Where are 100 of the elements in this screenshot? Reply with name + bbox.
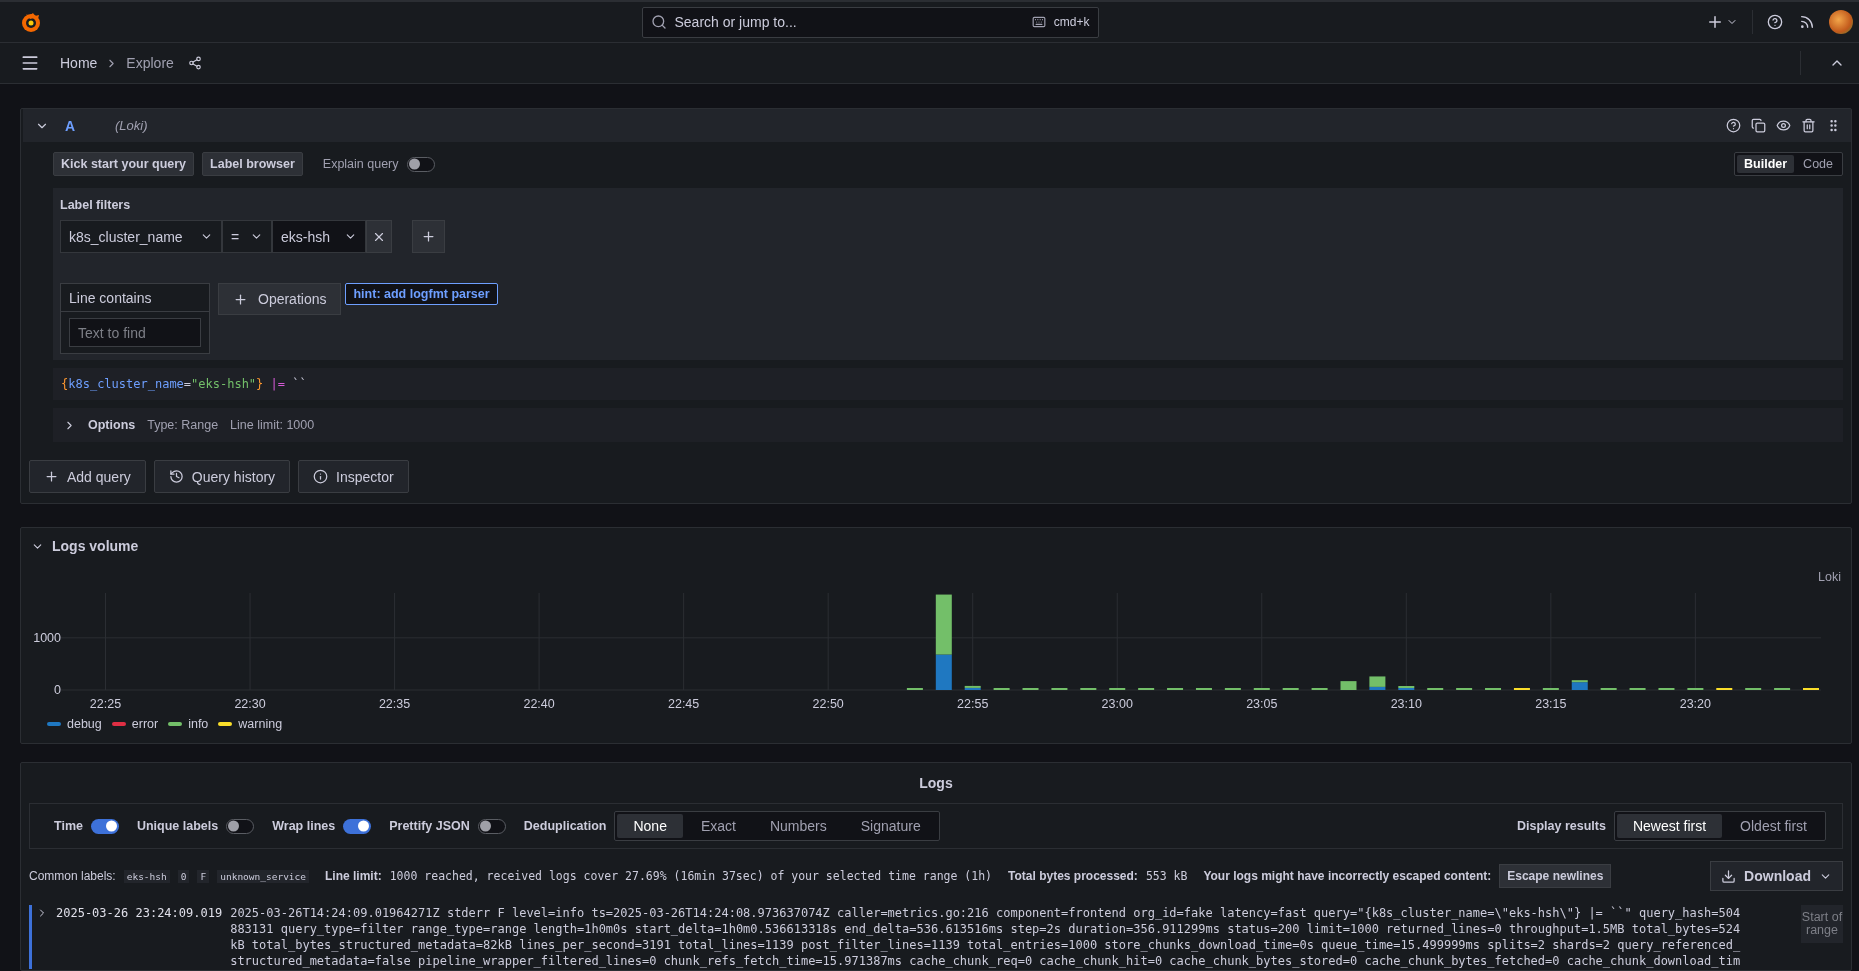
options-label[interactable]: Options [88,418,136,432]
download-button[interactable]: Download [1710,861,1843,891]
operator-select[interactable]: = [222,220,272,253]
info-label: Your logs might have incorrectly escaped content: [1203,869,1492,883]
hint-button[interactable]: hint: add logfmt parser [345,283,498,305]
legend-item[interactable]: debug [47,717,102,731]
operation-title: Line contains [61,284,209,312]
rss-icon [1799,14,1815,30]
x-tick-label: 23:10 [1390,697,1422,711]
trash-icon[interactable] [1801,118,1816,133]
label-chip: eks-hsh [123,869,170,883]
escape-newlines-button[interactable]: Escape newlines [1499,864,1612,888]
search-placeholder: Search or jump to... [674,14,798,30]
option-summary: Type: Range [147,418,219,432]
user-avatar[interactable] [1829,10,1853,34]
toggle-switch[interactable] [406,156,435,172]
log-message: 2025-03-26T14:24:09.01964271Z stderr F level=info ts=2025-03-26T14:24:08.973637074Z caller=metrics.go:216 component=frontend org_id=fake latency=fast query="{k8s_cluster_name=\"eks-hsh\"} |= ``" query_hash=504883131 query_type=filter range_type=range length=1h0m0s start_delta=1h0m0.536613318s end_delta=536.613516ms step=2s duration=356.911299ms status=200 limit=1000 returned_lines=0 throughput=1.5MB total_bytes=524kB total_bytes_structured_metadata=82kB lines_per_second=3191 total_lines=1139 post_filter_lines=1139 total_entries=1000 store_chunks_download_time=0s queue_time=15.499999ms splits=2 shards=2 query_referenced_structured_metadata=false pipeline_wrapper_filtered_lines=0 chunk_refs_fetch_time=15.971387ms cache_chunk_req=0 cache_chunk_hit=0 cache_chunk_bytes_stored=0 cache_chunk_bytes_fetched=0 cache_chunk_download_tim [230,905,1741,969]
label-chip: F [197,869,210,883]
x-tick-label: 22:25 [89,697,122,711]
log-time: 2025-03-26 23:24:09.019 [56,905,223,921]
plus-icon [44,469,59,484]
query-action-button[interactable]: Query history [153,460,291,493]
info-icon [313,469,329,484]
display-label: Display results [1517,819,1606,833]
x-tick-label: 22:35 [378,697,411,711]
info-value: 1000 reached, received logs cover 27.69% (16min 37sec) of your selected time range (1h) [389,869,993,883]
toggle-switch[interactable] [343,818,372,834]
toggle-label: Time [54,819,83,833]
x-tick-label: 23:00 [1101,697,1133,711]
query-helper-button[interactable]: Kick start your query [53,152,195,176]
help-icon[interactable] [1726,118,1741,133]
panel-title: Logs volume [52,538,139,554]
breadcrumb-link[interactable]: Explore [126,55,174,71]
panel-title: Logs [918,774,954,793]
menu-icon [20,53,40,73]
x-tick-label: 22:50 [812,697,844,711]
plus-icon [1706,13,1724,31]
dedup-label: Deduplication [523,819,607,833]
breadcrumb-link[interactable]: Home [60,55,98,71]
x-tick-label: 22:40 [523,697,555,711]
label-chip: unknown_service [217,869,309,883]
search-icon [650,14,667,30]
plus-icon [421,229,436,244]
operations-button[interactable]: Operations [218,283,342,315]
sort-option[interactable]: Newest first [1616,814,1723,838]
x-tick-label: 22:30 [234,697,266,711]
legend-item[interactable]: warning [218,717,283,731]
legend-item[interactable]: info [168,717,209,731]
select-value: = [231,228,240,245]
label-chip: 0 [177,869,190,883]
start-of-range-button[interactable]: Start of range [1801,905,1843,943]
query-helper-button[interactable]: Label browser [202,152,303,176]
datasource-name: (Loki) [115,118,148,133]
keyboard-icon [1031,15,1046,29]
logo-icon[interactable] [20,11,42,33]
remove-filter-button[interactable] [366,220,392,253]
query-preview: {k8s_cluster_name="eks-hsh"} |= `` [53,368,1843,400]
dedup-option[interactable]: Numbers [753,814,843,838]
value-select[interactable]: eks-hsh [272,220,366,253]
option-summary: Line limit: 1000 [230,418,315,432]
mode-tab[interactable]: Code [1796,155,1840,173]
x-tick-label: 22:55 [957,697,989,711]
history-icon [168,469,184,484]
select-value: k8s_cluster_name [69,228,183,245]
query-action-button[interactable]: Add query [29,460,146,493]
x-tick-label: 22:45 [668,697,700,711]
query-letter: A [65,117,77,134]
datasource-label: Loki [1818,570,1841,584]
query-action-button[interactable]: Inspector [298,460,409,493]
text-input[interactable]: Text to find [69,318,201,347]
y-tick-label: 0 [54,683,61,697]
download-icon [1721,868,1737,884]
section-title: Label filters [60,198,132,212]
label-select[interactable]: k8s_cluster_name [60,220,222,253]
menu-button[interactable] [20,53,40,73]
mode-tab[interactable]: Builder [1737,155,1795,173]
toggle-switch[interactable] [90,818,119,834]
copy-icon[interactable] [1751,118,1766,133]
plus-icon [233,291,248,307]
search-field[interactable]: Search or jump to... cmd+k [641,6,1099,38]
toggle-switch[interactable] [477,818,506,834]
shortcut-hint: cmd+k [1053,15,1090,29]
info-label: Common labels: [29,869,116,883]
x-tick-label: 23:15 [1535,697,1567,711]
y-tick-label: 1000 [33,630,61,645]
info-label: Line limit: [325,869,382,883]
x-tick-label: 23:05 [1246,697,1278,711]
dedup-option[interactable]: Exact [684,814,752,838]
x-tick-label: 23:20 [1679,697,1711,711]
toggle-label: Wrap lines [272,819,336,833]
legend-item[interactable]: error [111,717,159,731]
dedup-option[interactable]: Signature [844,814,937,838]
eye-icon[interactable] [1776,118,1791,133]
sort-option[interactable]: Oldest first [1724,814,1823,838]
share-icon[interactable] [187,56,202,70]
help-icon [1767,14,1783,30]
bar [1340,681,1357,690]
toggle-switch[interactable] [226,818,255,834]
toggle-label: Explain query [322,157,399,171]
dedup-option[interactable]: None [617,814,683,838]
